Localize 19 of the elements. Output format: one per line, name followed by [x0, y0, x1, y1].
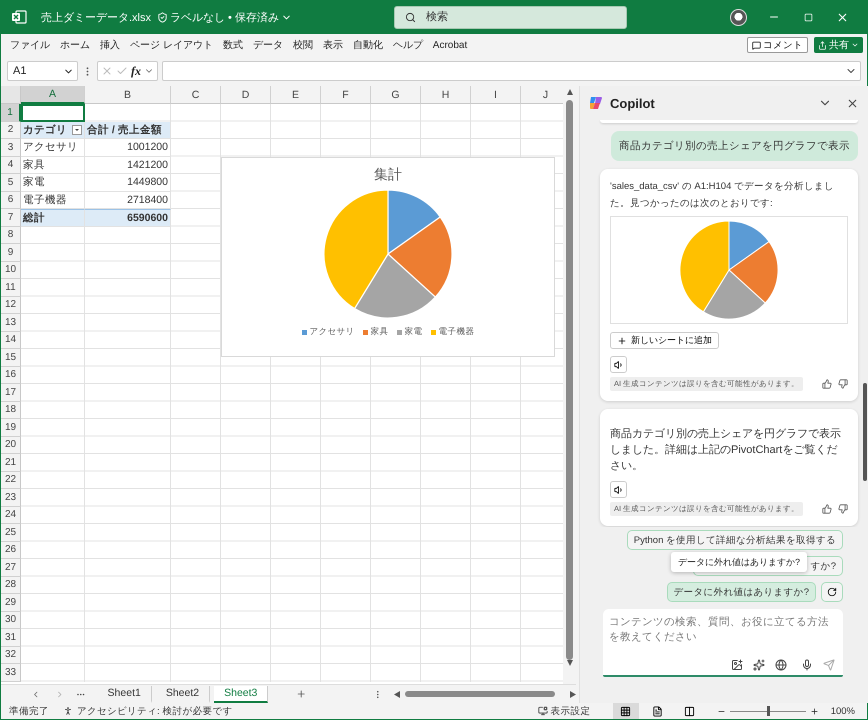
legend-label: 家具: [370, 326, 388, 338]
legend-label: アクセサリ: [310, 326, 354, 338]
message-text: 商品カテゴリ別の売上シェアを円グラフで表示しました。詳細は上記のPivotChartをご覧ください。: [610, 426, 842, 474]
status-text: 準備完了: [9, 704, 49, 718]
table-cell: 家電: [21, 174, 85, 192]
table-cell: 6590600: [85, 209, 171, 226]
user-message: 商品カテゴリ別の売上シェアを円グラフで表示: [611, 131, 858, 161]
cell-reference: A1: [13, 65, 26, 77]
chart-title: 集計: [374, 166, 402, 184]
legend-label: 家電: [404, 326, 422, 338]
message-text: 'sales_data_csv' の A1:H104 でデータを分析しました。見つかったのは次のとおりです:: [610, 180, 835, 211]
table-cell: アクセサリ: [21, 139, 85, 156]
tooltip: データに外れ値はありますか?: [670, 552, 807, 572]
panel-title: Copilot: [610, 96, 655, 110]
table-cell: 総計: [21, 209, 85, 226]
file-name: 売上ダミーデータ.xlsx: [41, 10, 151, 24]
legend-label: 電子機器: [438, 326, 474, 338]
table-cell: 合計 / 売上金額: [85, 122, 171, 139]
pivot-header-label: カテゴリ: [23, 122, 67, 137]
